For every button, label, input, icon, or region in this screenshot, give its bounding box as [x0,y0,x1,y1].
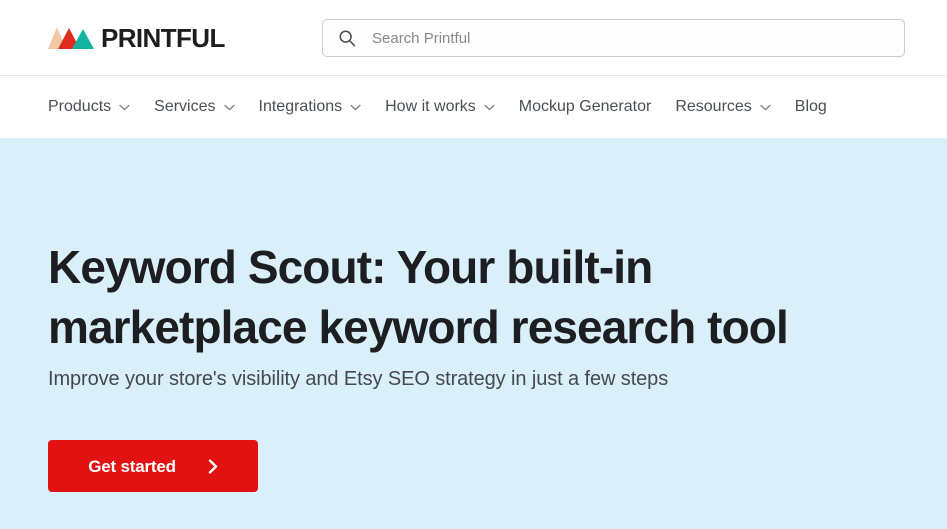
printful-mountains-icon [48,27,94,49]
nav-item-label: Integrations [258,98,343,115]
nav-item-label: How it works [385,98,476,115]
chevron-down-icon [484,104,495,110]
printful-wordmark: PRINTFUL [101,23,225,53]
chevron-down-icon [119,104,130,110]
nav-item-how-it-works[interactable]: How it works [385,76,495,138]
search-icon [339,30,356,47]
nav-item-label: Blog [794,98,827,115]
main-navigation: Products Services Integrations How it wo… [0,76,947,138]
nav-item-integrations[interactable]: Integrations [259,76,362,138]
chevron-down-icon [223,104,235,110]
get-started-button[interactable]: Get started [48,440,258,492]
nav-item-services[interactable]: Services [154,76,235,138]
chevron-down-icon [350,104,361,110]
page-root: PRINTFUL Products Services Integrations [0,0,947,529]
hero-subtitle: Improve your store's visibility and Etsy… [48,368,669,390]
nav-item-label: Services [154,98,216,115]
search-input[interactable] [372,20,892,56]
nav-item-blog[interactable]: Blog [795,76,827,138]
nav-item-products[interactable]: Products [48,76,130,138]
hero-section: Keyword Scout: Your built-in marketplace… [0,138,947,529]
nav-item-label: Mockup Generator [518,98,652,115]
chevron-down-icon [760,104,771,110]
site-header: PRINTFUL [0,0,947,76]
nav-item-label: Resources [675,98,752,115]
search-bar[interactable] [322,19,905,57]
nav-item-resources[interactable]: Resources [675,76,771,138]
page-title: Keyword Scout: Your built-in marketplace… [48,241,789,353]
nav-item-mockup-generator[interactable]: Mockup Generator [519,76,652,138]
chevron-right-icon [208,458,217,474]
nav-item-label: Products [48,98,112,115]
get-started-label: Get started [88,456,176,476]
printful-logo[interactable]: PRINTFUL [48,21,225,55]
